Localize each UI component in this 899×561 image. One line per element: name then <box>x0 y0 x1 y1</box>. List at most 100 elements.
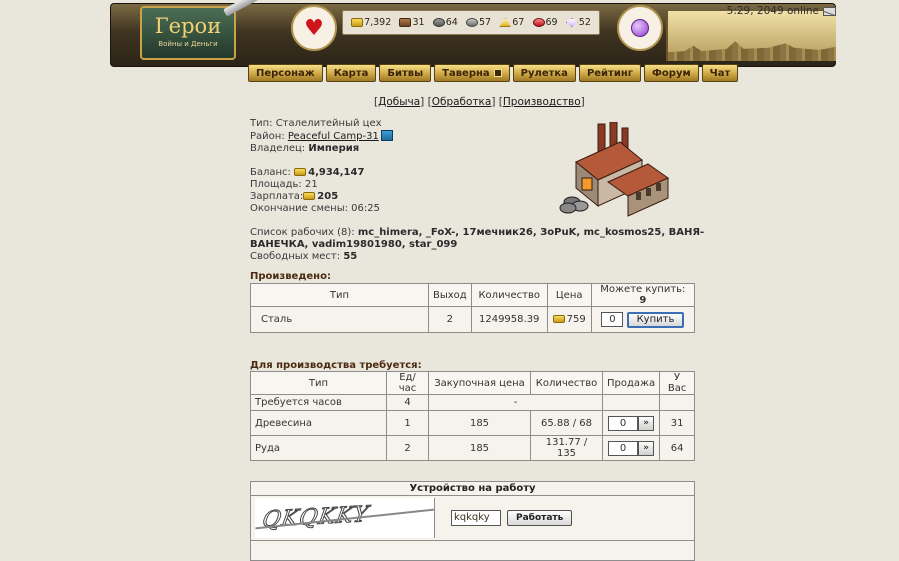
info-free-slots: Свободных мест: 55 <box>250 251 358 262</box>
wood-icon <box>399 18 412 27</box>
cell-amount: 1249958.39 <box>470 306 548 333</box>
resource-gem: 52 <box>565 17 591 28</box>
resource-crystal: 69 <box>532 17 558 28</box>
col-type: Тип <box>250 371 387 395</box>
cell-have: 31 <box>659 410 695 436</box>
sell-wood-button[interactable]: » <box>638 415 655 431</box>
nav-tavern-label: Таверна <box>442 67 490 79</box>
captcha-code-input[interactable]: kqkqky <box>451 510 501 526</box>
sell-wood-input[interactable]: 0 <box>608 415 639 431</box>
subnav-mining-link[interactable]: Добыча <box>378 96 420 108</box>
nav-character[interactable]: Персонаж <box>248 64 323 82</box>
col-type: Тип <box>250 283 429 307</box>
info-workers-cont: ВАНЕЧКА, vadim19801980, star_099 <box>250 239 704 251</box>
job-box-divider <box>251 540 694 541</box>
nav-forum[interactable]: Форум <box>644 64 699 82</box>
table-row: Древесина 1 185 65.88 / 68 0» 31 <box>250 410 695 436</box>
col-amount: Количество <box>470 283 548 307</box>
logo-title: Герои <box>154 14 222 38</box>
city-banner <box>666 11 836 61</box>
buy-button[interactable]: Купить <box>626 311 685 328</box>
nav-rating[interactable]: Рейтинг <box>578 64 641 82</box>
gem-icon <box>565 18 578 27</box>
cell-type: Руда <box>250 435 387 461</box>
nav-tavern[interactable]: Таверна <box>434 64 510 82</box>
cell-per-hour: 1 <box>386 410 429 436</box>
sulfur-icon <box>499 18 512 27</box>
crystal-icon <box>532 18 545 27</box>
shift-value: 06:25 <box>351 203 380 214</box>
nav-map[interactable]: Карта <box>325 64 377 82</box>
cell-buy: 0 Купить <box>590 306 696 333</box>
required-table: Тип Ед/час Закупочная цена Количество Пр… <box>250 371 695 461</box>
col-sell: Продажа <box>601 371 661 395</box>
ore-icon <box>432 18 445 27</box>
cell-empty <box>601 394 661 411</box>
can-buy-value: 9 <box>639 295 647 306</box>
cell-dash: - <box>428 394 603 411</box>
cell-empty <box>659 394 695 411</box>
server-clock: 5:29, 2049 online <box>727 5 836 17</box>
cell-type: Требуется часов <box>250 394 387 411</box>
subnav-production-link[interactable]: Производство <box>503 96 581 108</box>
table-row: Сталь 2 1249958.39 759 0 Купить <box>250 306 696 333</box>
resource-ore: 64 <box>432 17 458 28</box>
col-have: У Вас <box>659 371 695 395</box>
cell-per-hour: 4 <box>386 394 429 411</box>
sell-ore-input[interactable]: 0 <box>608 440 639 456</box>
mercury-icon <box>465 18 478 27</box>
free-value: 55 <box>343 251 358 262</box>
produced-table: Тип Выход Количество Цена Можете купить:… <box>250 283 696 333</box>
cell-sell: 0» <box>601 435 661 461</box>
nav-chat[interactable]: Чат <box>701 64 739 82</box>
main-nav: Персонаж Карта Битвы Таверна Рулетка Рей… <box>248 64 739 82</box>
cell-type: Древесина <box>250 410 387 436</box>
job-form: kqkqky Работать <box>451 510 573 526</box>
workers-line2: ВАНЕЧКА, vadim19801980, star_099 <box>250 239 458 250</box>
col-amount: Количество <box>530 371 603 395</box>
gold-icon <box>303 192 316 200</box>
gold-icon <box>351 18 364 27</box>
subnav-processing-link[interactable]: Обработка <box>432 96 492 108</box>
cell-sell: 0» <box>601 410 661 436</box>
mana-orb-icon <box>617 5 663 51</box>
tavern-icon <box>493 69 502 77</box>
job-application-box: Устройство на работу QKQKKY kqkqky Работ… <box>250 481 695 561</box>
col-buy-price: Закупочная цена <box>428 371 531 395</box>
cell-have: 64 <box>659 435 695 461</box>
district-link[interactable]: Peaceful Camp-31 <box>288 131 379 142</box>
mail-icon[interactable] <box>823 6 836 16</box>
required-header-row: Тип Ед/час Закупочная цена Количество Пр… <box>250 371 695 395</box>
type-value: Сталелитейный цех <box>275 118 382 129</box>
resource-sulfur: 67 <box>499 17 524 28</box>
table-row: Требуется часов 4 - <box>250 394 695 411</box>
nav-battles[interactable]: Битвы <box>379 64 432 82</box>
gold-icon <box>294 168 307 176</box>
clock-text: 5:29, 2049 online <box>726 5 819 17</box>
resource-gold: 7,392 <box>351 17 391 28</box>
col-price: Цена <box>546 283 592 307</box>
produced-header-row: Тип Выход Количество Цена Можете купить:… <box>250 283 696 307</box>
area-value: 21 <box>304 179 318 190</box>
cell-buy-price: 185 <box>428 410 531 436</box>
building-subnav: [Добыча] [Обработка] [Производство] <box>374 96 585 108</box>
cell-amount: 131.77 / 135 <box>530 435 603 461</box>
salary-value: 205 <box>317 191 339 202</box>
owner-value: Империя <box>308 143 360 154</box>
buy-quantity-input[interactable]: 0 <box>601 312 624 327</box>
nav-roulette[interactable]: Рулетка <box>512 64 576 82</box>
captcha-image: QKQKKY <box>255 498 435 538</box>
game-logo[interactable]: Герои Войны и Деньги <box>140 6 236 60</box>
workers-line1: mc_himera, _FoX-, 17мечник26, ЗоPuK, mc_… <box>357 227 705 238</box>
cell-amount: 65.88 / 68 <box>530 410 603 436</box>
required-title: Для производства требуется: <box>250 360 422 371</box>
cell-per-hour: 2 <box>386 435 429 461</box>
logo-subtitle: Войны и Деньги <box>158 40 218 48</box>
cell-buy-price: 185 <box>428 435 531 461</box>
map-icon[interactable] <box>380 130 393 141</box>
cell-output: 2 <box>428 306 472 333</box>
work-submit-button[interactable]: Работать <box>507 510 573 526</box>
resource-mercury: 57 <box>465 17 491 28</box>
sell-ore-button[interactable]: » <box>638 440 655 456</box>
cell-price: 759 <box>546 306 592 333</box>
